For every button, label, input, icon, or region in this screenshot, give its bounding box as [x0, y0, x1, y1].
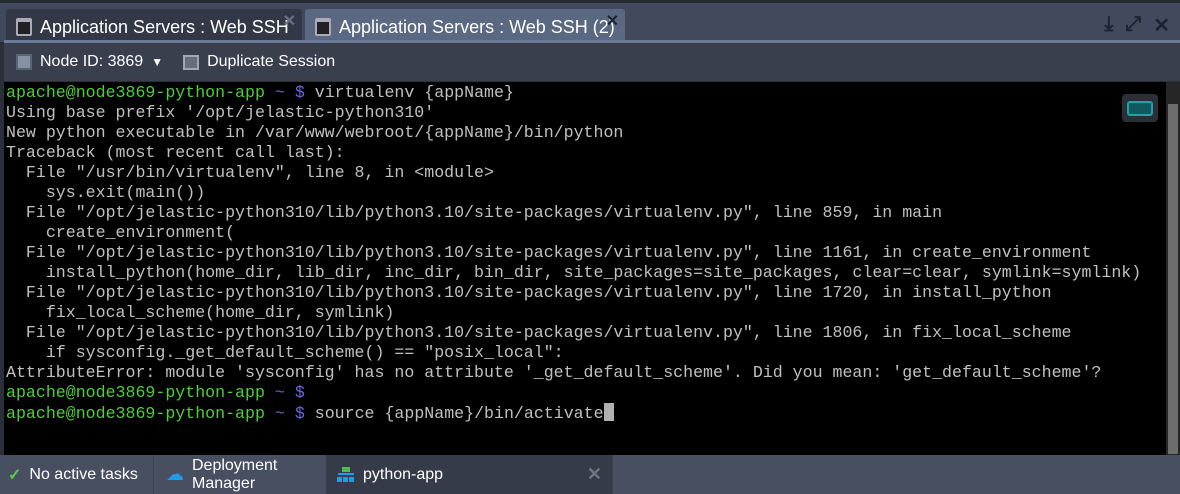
- terminal-line: if sysconfig._get_default_scheme() == "p…: [6, 343, 564, 362]
- scrollbar[interactable]: [1166, 82, 1180, 455]
- terminal-line: File "/opt/jelastic-python310/lib/python…: [6, 243, 1092, 262]
- terminal-line: Using base prefix '/opt/jelastic-python3…: [6, 103, 435, 122]
- terminal-icon: [16, 18, 32, 36]
- check-icon: ✓: [8, 466, 22, 484]
- download-icon[interactable]: ⤓: [1104, 13, 1113, 38]
- close-window-icon[interactable]: ✕: [1153, 13, 1170, 38]
- terminal-line: sys.exit(main()): [6, 183, 206, 202]
- node-id-label: Node ID: 3869: [40, 53, 144, 70]
- terminal-line: File "/usr/bin/virtualenv", line 8, in <…: [6, 163, 494, 182]
- cloud-upload-icon: ☁: [166, 464, 184, 484]
- prompt-dir: ~: [274, 383, 285, 402]
- deployment-label: Deployment Manager: [192, 456, 278, 492]
- prompt-dollar: $: [294, 404, 305, 423]
- cursor: [603, 403, 614, 421]
- prompt-dir: ~: [274, 83, 285, 102]
- keyboard-button[interactable]: [1122, 94, 1158, 122]
- prompt-dir: ~: [274, 404, 285, 423]
- tab-label: Application Servers : Web SSH: [40, 16, 289, 37]
- terminal-line: apache@node3869-python-app ~ $ virtualen…: [6, 83, 1164, 103]
- terminal-line: File "/opt/jelastic-python310/lib/python…: [6, 323, 1072, 342]
- keyboard-icon: [1127, 100, 1153, 116]
- bottom-bar: ✓ No active tasks ☁ Deployment Manager p…: [0, 455, 1180, 494]
- command: source {appName}/bin/activate: [314, 404, 604, 423]
- terminal-line: fix_local_scheme(home_dir, symlink): [6, 303, 395, 322]
- caret-down-icon: ▼: [151, 55, 164, 69]
- close-icon[interactable]: ✕: [587, 464, 602, 485]
- terminal-line: New python executable in /var/www/webroo…: [6, 123, 624, 142]
- terminal-line: File "/opt/jelastic-python310/lib/python…: [6, 203, 943, 222]
- terminal[interactable]: apache@node3869-python-app ~ $ virtualen…: [4, 82, 1166, 455]
- tasks-status[interactable]: ✓ No active tasks: [0, 455, 154, 494]
- terminal-line: Traceback (most recent call last):: [6, 143, 345, 162]
- env-label: python-app: [363, 465, 444, 483]
- terminal-line: create_environment(: [6, 223, 236, 242]
- node-id-dropdown[interactable]: Node ID: 3869 ▼: [16, 53, 163, 71]
- terminal-line: AttributeError: module 'sysconfig' has n…: [6, 363, 1102, 382]
- prompt-dollar: $: [294, 383, 305, 402]
- env-tab-python-app[interactable]: python-app ✕: [327, 455, 613, 494]
- toolbar: Node ID: 3869 ▼ Duplicate Session: [4, 43, 1180, 81]
- scrollbar-thumb[interactable]: [1168, 104, 1178, 454]
- tab-bar: Application Servers : Web SSH ✕ Applicat…: [0, 0, 1180, 45]
- environment-topology-icon: [337, 466, 355, 483]
- terminal-line: install_python(home_dir, lib_dir, inc_di…: [6, 263, 1142, 282]
- tab-label: Application Servers : Web SSH (2): [339, 16, 615, 37]
- prompt-user: apache@node3869-python-app: [6, 83, 265, 102]
- prompt-dollar: $: [294, 83, 305, 102]
- terminal-icon: [315, 18, 331, 36]
- maximize-icon[interactable]: ⤢: [1125, 13, 1141, 38]
- deployment-manager-tab[interactable]: ☁ Deployment Manager: [154, 455, 327, 494]
- duplicate-label: Duplicate Session: [207, 53, 336, 70]
- command: virtualenv {appName}: [314, 83, 514, 102]
- node-icon: [16, 54, 32, 70]
- prompt-user: apache@node3869-python-app: [6, 383, 265, 402]
- duplicate-icon: [183, 54, 200, 70]
- tasks-label: No active tasks: [29, 465, 138, 483]
- terminal-line: File "/opt/jelastic-python310/lib/python…: [6, 283, 1052, 302]
- terminal-line: apache@node3869-python-app ~ $ source {a…: [6, 403, 1164, 424]
- duplicate-session-button[interactable]: Duplicate Session: [183, 53, 335, 71]
- close-icon[interactable]: ✕: [606, 11, 619, 31]
- prompt-user: apache@node3869-python-app: [6, 404, 265, 423]
- close-icon[interactable]: ✕: [283, 11, 296, 31]
- terminal-line: apache@node3869-python-app ~ $: [6, 383, 1164, 403]
